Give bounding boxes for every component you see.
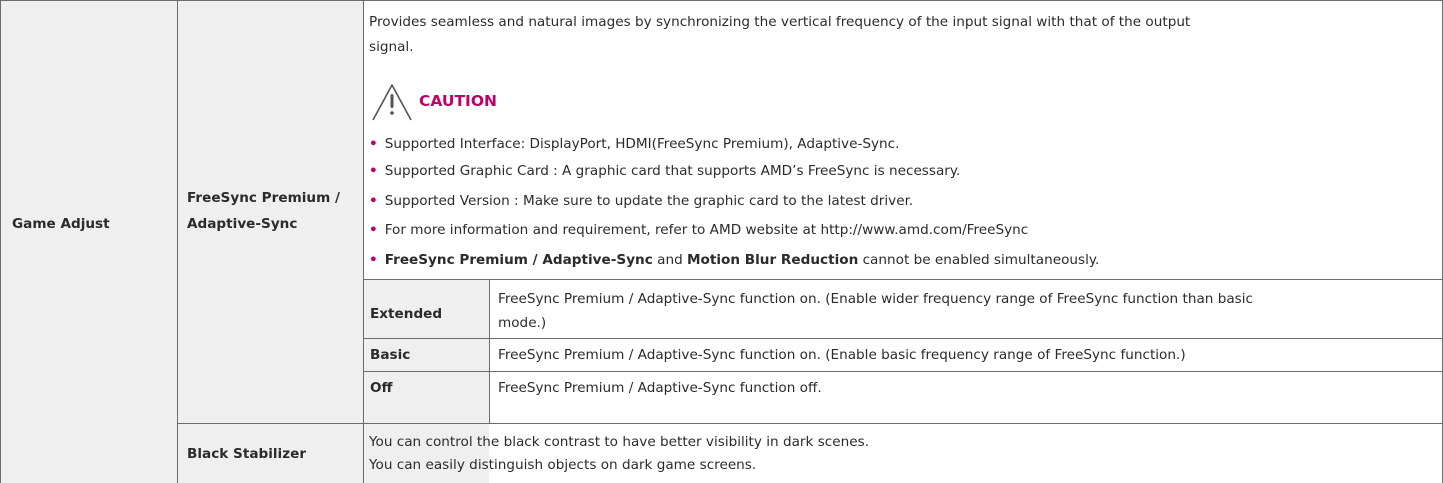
caution-title: CAUTION bbox=[419, 92, 497, 110]
bullet-version: • Supported Version : Make sure to update… bbox=[369, 193, 914, 209]
freesync-label-cell bbox=[178, 0, 363, 483]
caution-icon bbox=[372, 84, 412, 121]
freesync-label-line2: Adaptive-Sync bbox=[187, 216, 298, 232]
freesync-label-line1: FreeSync Premium / bbox=[187, 190, 340, 206]
bullet-more-info: • For more information and requirement, r… bbox=[369, 222, 1029, 238]
game-adjust-cell bbox=[0, 0, 177, 483]
option-extended-label: Extended bbox=[370, 306, 443, 322]
black-stabilizer-desc-line2: You can easily distinguish objects on da… bbox=[369, 457, 757, 473]
bullet-simultaneous: • FreeSync Premium / Adaptive-Sync and Mo… bbox=[369, 252, 1100, 268]
freesync-desc-line2: signal. bbox=[369, 39, 414, 55]
option-off-label: Off bbox=[370, 380, 393, 396]
freesync-desc-line1: Provides seamless and natural images by … bbox=[369, 14, 1191, 30]
bullet-interface: • Supported Interface: DisplayPort, HDMI(… bbox=[369, 136, 900, 152]
section-label-game-adjust: Game Adjust bbox=[12, 216, 110, 232]
bullet-graphic-card: • Supported Graphic Card : A graphic card… bbox=[369, 163, 961, 179]
option-extended-desc-line1: FreeSync Premium / Adaptive-Sync functio… bbox=[498, 291, 1254, 307]
black-stabilizer-desc-line1: You can control the black contrast to ha… bbox=[369, 434, 870, 450]
option-extended-desc-line2: mode.) bbox=[498, 315, 547, 331]
option-basic-desc: FreeSync Premium / Adaptive-Sync functio… bbox=[498, 347, 1186, 363]
option-basic-label: Basic bbox=[370, 347, 411, 363]
black-stabilizer-label: Black Stabilizer bbox=[187, 446, 307, 462]
option-off-desc: FreeSync Premium / Adaptive-Sync functio… bbox=[498, 380, 822, 396]
